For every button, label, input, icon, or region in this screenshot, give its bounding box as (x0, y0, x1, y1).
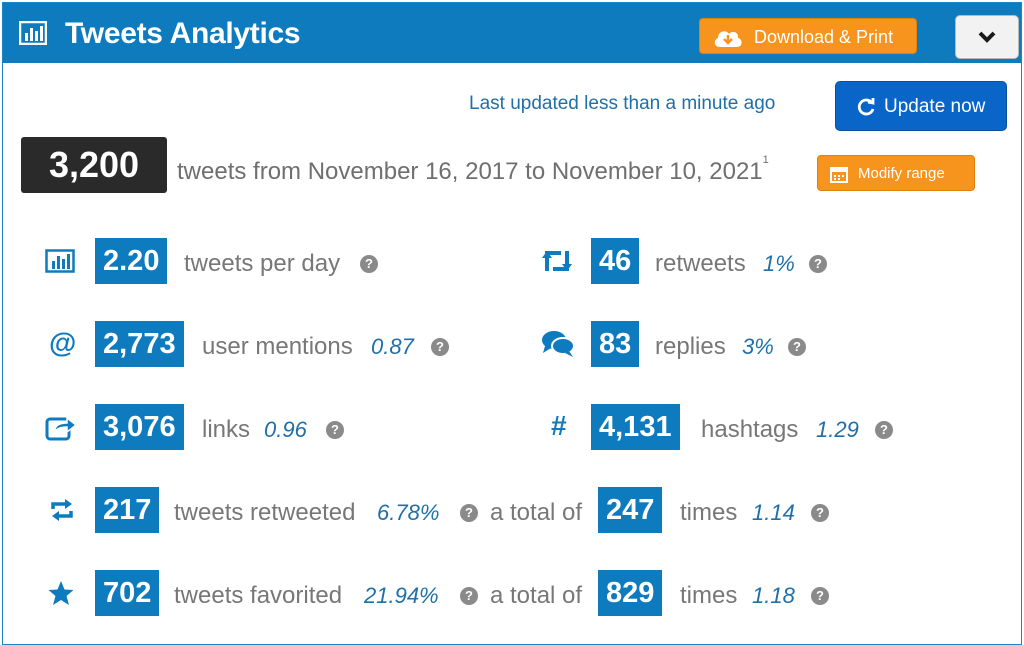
retweeted-total-value: 247 (598, 487, 663, 533)
replies-percent: 3% (742, 334, 774, 359)
at-sign-icon: @ (49, 327, 77, 358)
stat-hashtags: # 4,131 hashtags 1.29 ? (503, 404, 1003, 450)
retweets-value: 46 (591, 238, 640, 284)
tweets-favorited-label: tweets favorited (174, 582, 343, 609)
favorited-times-ratio: 1.18 (752, 583, 795, 608)
hashtag-icon: # (551, 410, 567, 441)
calendar-icon (830, 167, 848, 183)
tweets-retweeted-percent: 6.78% (377, 500, 440, 525)
links-ratio: 0.96 (264, 417, 307, 442)
help-icon[interactable]: ? (360, 255, 378, 273)
user-mentions-label: user mentions (202, 333, 353, 360)
retweets-percent: 1% (763, 251, 795, 276)
help-icon[interactable]: ? (431, 338, 449, 356)
retweet-icon (47, 487, 83, 533)
a-total-of-label: a total of (490, 499, 583, 526)
date-range-text: tweets from November 16, 2017 to Novembe… (177, 154, 769, 186)
tweets-per-day-label: tweets per day (184, 250, 341, 277)
stat-user-mentions: @ 2,773 user mentions 0.87 ? (3, 321, 503, 367)
hashtags-ratio: 1.29 (816, 417, 859, 442)
replies-label: replies (655, 333, 726, 360)
update-now-button[interactable]: Update now (835, 81, 1007, 131)
share-icon (43, 404, 79, 450)
favorited-total-value: 829 (598, 570, 663, 616)
a-total-of-label: a total of (490, 582, 583, 609)
tweets-analytics-panel: Tweets Analytics Download & Print Last u… (2, 2, 1022, 645)
retweets-label: retweets (655, 250, 746, 277)
footnote-marker: 1 (762, 154, 769, 166)
user-mentions-value: 2,773 (95, 321, 184, 367)
links-value: 3,076 (95, 404, 184, 450)
help-icon[interactable]: ? (811, 504, 829, 522)
help-icon[interactable]: ? (326, 421, 344, 439)
tweets-per-day-value: 2.20 (95, 238, 168, 284)
help-icon[interactable]: ? (788, 338, 806, 356)
chat-bubbles-icon (539, 321, 575, 367)
bar-chart-icon (19, 21, 47, 45)
modify-range-button[interactable]: Modify range (817, 155, 975, 191)
help-icon[interactable]: ? (811, 587, 829, 605)
page-title: Tweets Analytics (65, 17, 301, 50)
update-now-label: Update now (884, 96, 986, 117)
user-mentions-ratio: 0.87 (371, 334, 414, 359)
stat-tweets-per-day: 2.20 tweets per day ? (3, 238, 503, 284)
modify-range-label: Modify range (858, 165, 945, 182)
download-print-label: Download & Print (754, 27, 894, 47)
help-icon[interactable]: ? (460, 504, 478, 522)
help-icon[interactable]: ? (460, 587, 478, 605)
times-label: times (680, 499, 738, 526)
retweet-icon (539, 238, 575, 284)
tweets-retweeted-value: 217 (95, 487, 160, 533)
tweets-favorited-value: 702 (95, 570, 160, 616)
hashtags-label: hashtags (701, 416, 799, 443)
bar-chart-icon (43, 238, 79, 284)
stat-links: 3,076 links 0.96 ? (3, 404, 503, 450)
star-icon (45, 570, 81, 616)
help-icon[interactable]: ? (875, 421, 893, 439)
tweets-retweeted-label: tweets retweeted (174, 499, 356, 526)
tweets-favorited-percent: 21.94% (364, 583, 439, 608)
hashtags-value: 4,131 (591, 404, 680, 450)
replies-value: 83 (591, 321, 640, 367)
stat-tweets-retweeted: 217 tweets retweeted 6.78% ? a total of … (3, 487, 1003, 533)
download-print-button[interactable]: Download & Print (699, 18, 917, 54)
date-range-label: tweets from November 16, 2017 to Novembe… (177, 158, 763, 185)
stat-tweets-favorited: 702 tweets favorited 21.94% ? a total of… (3, 570, 1003, 616)
chevron-down-icon (978, 31, 996, 43)
panel-header: Tweets Analytics Download & Print (3, 3, 1021, 63)
refresh-icon (857, 98, 875, 116)
cloud-download-icon (714, 31, 742, 47)
last-updated-text: Last updated less than a minute ago (469, 93, 776, 114)
links-label: links (202, 416, 251, 443)
dropdown-toggle-button[interactable] (955, 15, 1019, 59)
stat-retweets: 46 retweets 1% ? (503, 238, 1003, 284)
total-tweets-count: 3,200 (21, 137, 167, 193)
help-icon[interactable]: ? (809, 255, 827, 273)
retweeted-times-ratio: 1.14 (752, 500, 795, 525)
times-label: times (680, 582, 738, 609)
stat-replies: 83 replies 3% ? (503, 321, 1003, 367)
